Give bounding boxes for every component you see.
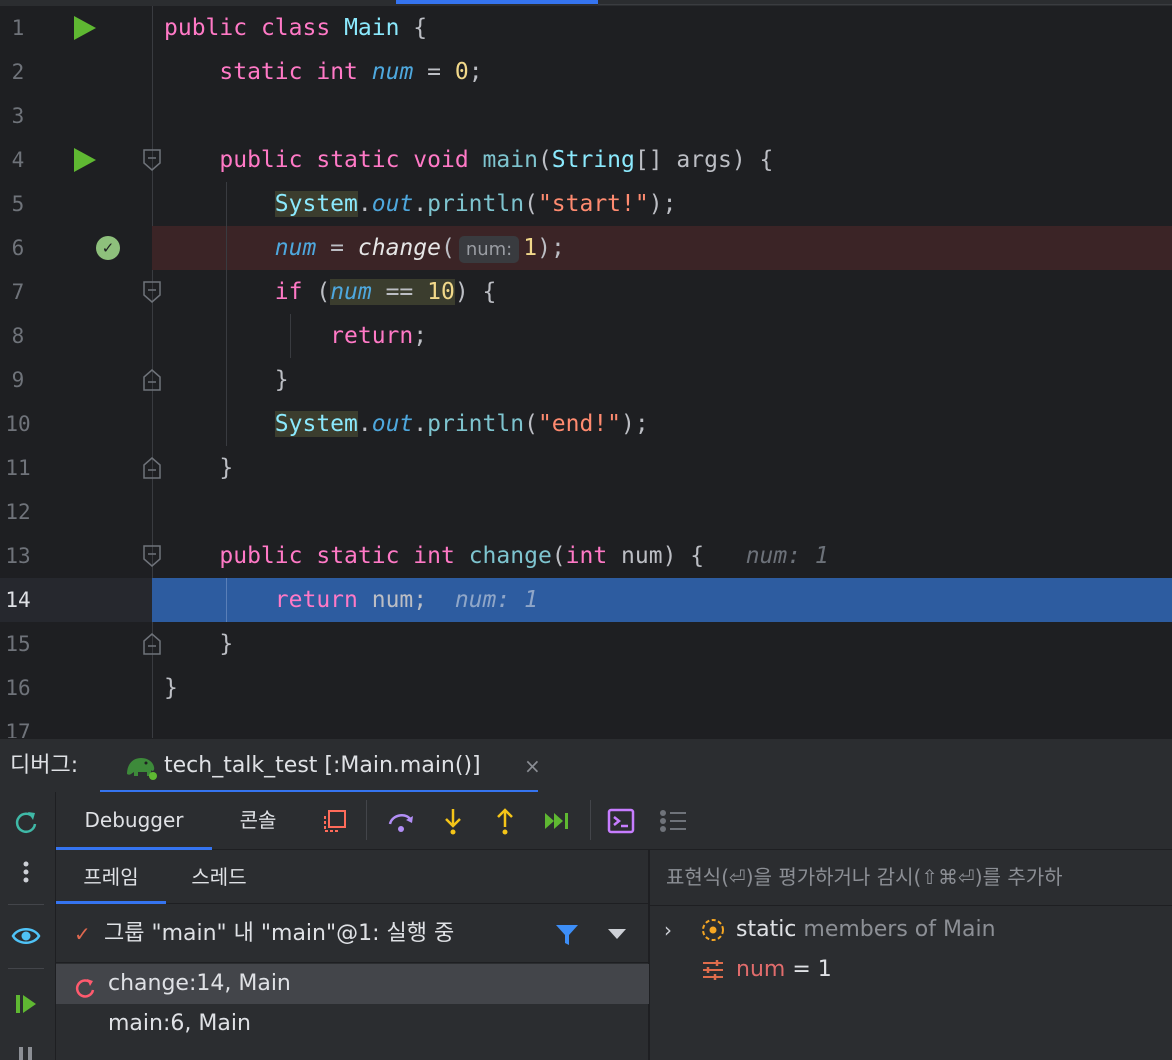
frame-item[interactable]: change:14, Main — [56, 964, 649, 1004]
tab-console[interactable]: 콘솔 — [222, 792, 294, 850]
variable-value: 1 — [817, 957, 832, 982]
debug-session-tab[interactable]: tech_talk_test [:Main.main()] × — [100, 739, 541, 793]
line-number: 16 — [5, 676, 31, 700]
static-members-icon — [700, 917, 726, 943]
active-tab-indicator — [396, 0, 598, 4]
watch-eye-icon[interactable] — [0, 914, 52, 958]
line-number: 2 — [11, 60, 25, 84]
variable-row-num[interactable]: num = 1 — [650, 950, 1172, 990]
line-number: 15 — [5, 632, 31, 656]
fold-icon[interactable] — [142, 534, 162, 578]
frame-current-icon — [74, 973, 96, 998]
code-line[interactable]: 5 System.out.println("start!"); — [0, 182, 1172, 226]
code-line[interactable]: 13 public static int change(int num) { n… — [0, 534, 1172, 578]
line-number: 7 — [11, 280, 25, 304]
run-icon[interactable] — [70, 138, 100, 182]
line-number: 12 — [5, 500, 31, 524]
debug-tool-window-header: 디버그: tech_talk_test [:Main.main()] × — [0, 738, 1172, 793]
code-line[interactable]: 8 return; — [0, 314, 1172, 358]
fold-icon[interactable] — [142, 446, 162, 490]
variable-name: num — [736, 957, 786, 982]
variable-name: static — [736, 917, 797, 942]
line-number: 4 — [11, 148, 25, 172]
line-number: 9 — [11, 368, 25, 392]
step-into-icon[interactable] — [436, 804, 470, 838]
code-line[interactable]: 3 — [0, 94, 1172, 138]
frames-panel: 프레임 스레드 ✓ 그룹 "main" 내 "main"@1: 실행 중 cha… — [56, 850, 649, 1060]
code-line-execution-point[interactable]: 14 return num; num: 1 — [0, 578, 1172, 622]
line-number: 3 — [11, 104, 25, 128]
fold-icon[interactable] — [142, 358, 162, 402]
line-number: 1 — [11, 16, 25, 40]
parameter-hint: num: — [458, 236, 520, 263]
check-icon: ✓ — [74, 922, 91, 946]
code-line[interactable]: 7 if (num == 10) { — [0, 270, 1172, 314]
line-number: 5 — [11, 192, 25, 216]
code-line[interactable]: 9 } — [0, 358, 1172, 402]
variable-row-static[interactable]: › static members of Main — [650, 910, 1172, 950]
inline-debug-value: num: 1 — [454, 587, 538, 613]
run-to-cursor-icon[interactable] — [540, 804, 574, 838]
line-number: 14 — [5, 588, 31, 612]
code-line[interactable]: 4 public static void main(String[] args)… — [0, 138, 1172, 182]
close-icon[interactable]: × — [524, 739, 541, 793]
tab-frames[interactable]: 프레임 — [56, 850, 166, 904]
field-variable-icon — [700, 957, 726, 983]
evaluate-expression-input[interactable]: 표현식(⏎)을 평가하거나 감시(⇧⌘⏎)를 추가하 — [650, 850, 1172, 906]
variables-panel: 표현식(⏎)을 평가하거나 감시(⇧⌘⏎)를 추가하 › static memb… — [650, 850, 1172, 1060]
fold-icon[interactable] — [142, 622, 162, 666]
frames-threads-tabs: 프레임 스레드 — [56, 850, 649, 904]
code-line[interactable]: 1 public class Main { — [0, 6, 1172, 50]
resume-icon[interactable] — [0, 982, 52, 1026]
breakpoint-verified-icon[interactable]: ✓ — [94, 226, 122, 270]
line-number: 6 — [11, 236, 25, 260]
frame-item[interactable]: main:6, Main — [56, 1004, 649, 1044]
gradle-elephant-icon — [124, 752, 158, 780]
run-icon[interactable] — [70, 6, 100, 50]
debug-title: 디버그: — [10, 753, 79, 778]
frame-label: change:14, Main — [108, 971, 291, 996]
more-icon[interactable] — [0, 850, 52, 894]
tab-threads[interactable]: 스레드 — [174, 850, 264, 904]
code-line[interactable]: 10 System.out.println("end!"); — [0, 402, 1172, 446]
step-over-icon[interactable] — [384, 804, 418, 838]
code-line-breakpoint[interactable]: 6 ✓ num = change(num: 1); — [0, 226, 1172, 270]
debug-side-toolbar — [0, 792, 56, 1060]
debug-session-label: tech_talk_test [:Main.main()] — [164, 753, 481, 778]
dropdown-icon[interactable] — [608, 929, 626, 939]
line-number: 17 — [5, 720, 31, 738]
layout-icon[interactable] — [318, 804, 352, 838]
frame-label: main:6, Main — [108, 1011, 251, 1036]
code-line[interactable]: 11 } — [0, 446, 1172, 490]
line-number: 10 — [5, 412, 31, 436]
thread-selector[interactable]: ✓ 그룹 "main" 내 "main"@1: 실행 중 — [56, 905, 649, 963]
fold-icon[interactable] — [142, 270, 162, 314]
code-line[interactable]: 17 — [0, 710, 1172, 738]
code-line[interactable]: 2 static int num = 0; — [0, 50, 1172, 94]
step-out-icon[interactable] — [488, 804, 522, 838]
chevron-right-icon[interactable]: › — [664, 910, 672, 950]
fold-icon[interactable] — [142, 138, 162, 182]
pause-icon[interactable] — [0, 1032, 52, 1060]
code-editor[interactable]: 1 public class Main { 2 static int num =… — [0, 0, 1172, 738]
code-line[interactable]: 15 } — [0, 622, 1172, 666]
tab-debugger[interactable]: Debugger — [56, 792, 212, 850]
line-number: 13 — [5, 544, 31, 568]
code-line[interactable]: 12 — [0, 490, 1172, 534]
line-number: 8 — [11, 324, 25, 348]
line-number: 11 — [5, 456, 31, 480]
evaluate-icon[interactable] — [604, 804, 638, 838]
thread-label: 그룹 "main" 내 "main"@1: 실행 중 — [104, 921, 455, 946]
rerun-icon[interactable] — [0, 800, 52, 844]
inline-debug-value: num: 1 — [745, 543, 829, 569]
threads-view-icon[interactable] — [656, 804, 690, 838]
variable-description: members of Main — [803, 917, 996, 942]
filter-icon[interactable] — [554, 922, 580, 948]
code-line[interactable]: 16 } — [0, 666, 1172, 710]
debug-toolbar: Debugger 콘솔 — [56, 792, 1172, 850]
